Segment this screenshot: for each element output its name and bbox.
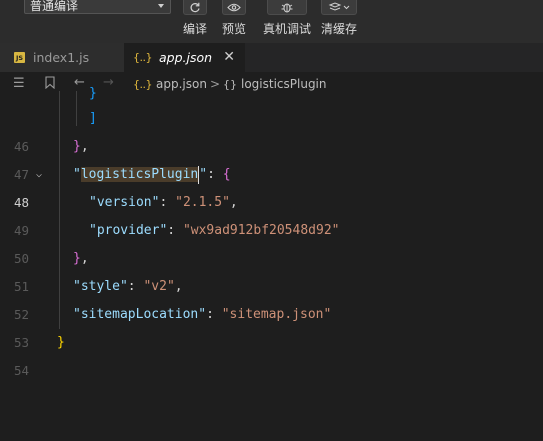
bug-icon — [267, 0, 307, 15]
json-value: v2 — [151, 279, 167, 294]
tab-app-json[interactable]: {..} app.json ✕ — [125, 43, 245, 72]
editor-tab-bar: JS index1.js {..} app.json ✕ — [0, 43, 543, 73]
code-line: 46 ] — [0, 105, 543, 154]
refresh-icon — [183, 0, 207, 15]
layers-icon — [321, 0, 357, 15]
code-line: 49 "version": "2.1.5", — [0, 189, 543, 238]
json-key: version — [96, 195, 152, 210]
tab-label: index1.js — [33, 50, 90, 65]
bracket: ] — [89, 111, 97, 126]
chevron-down-icon — [158, 4, 164, 8]
code-line: 47 }, — [0, 133, 543, 182]
device-debug-label: 真机调试 — [263, 22, 312, 36]
preview-button[interactable]: 预览 — [222, 0, 246, 37]
json-key: provider — [96, 223, 160, 238]
bracket: } — [57, 335, 65, 350]
json-value: 2.1.5 — [182, 195, 223, 210]
quote: " — [73, 167, 81, 182]
code-line-current: 48 ⌵ "logisticsPlugin": { — [0, 161, 543, 210]
clear-cache-button[interactable]: 清缓存 — [321, 0, 357, 37]
compile-mode-value: 普通编译 — [30, 0, 79, 13]
code-line: 52 "style": "v2", — [0, 273, 543, 322]
bracket: } — [73, 139, 81, 154]
js-file-icon: JS — [14, 52, 25, 63]
json-key: sitemapLocation — [80, 307, 199, 322]
bracket: { — [222, 167, 231, 182]
compile-label: 编译 — [183, 22, 208, 36]
json-file-icon: {..} — [133, 51, 153, 64]
json-key: logisticsPlugin — [80, 167, 199, 182]
json-value: sitemap.json — [229, 307, 324, 322]
clear-cache-label: 清缓存 — [321, 22, 358, 36]
code-editor[interactable]: } 46 ] 47 }, 48 ⌵ "logisticsPlugin": { 4… — [0, 86, 543, 432]
quote: " — [199, 167, 208, 182]
tab-index1-js[interactable]: JS index1.js — [0, 43, 125, 72]
tab-label: app.json — [159, 50, 213, 65]
code-line: 53 "sitemapLocation": "sitemap.json" — [0, 301, 543, 350]
close-icon[interactable]: ✕ — [223, 49, 235, 65]
code-line: } — [0, 80, 543, 108]
code-line: 51 }, — [0, 245, 543, 294]
json-value: wx9ad912bf20548d92 — [190, 223, 332, 238]
top-toolbar: 普通编译 编译 预览 真机调试 清缓存 — [0, 0, 543, 43]
compile-mode-select[interactable]: 普通编译 — [24, 0, 171, 14]
colon: : — [207, 167, 223, 182]
code-line: 50 "provider": "wx9ad912bf20548d92" — [0, 217, 543, 266]
line-number: 54 — [13, 363, 29, 378]
device-debug-button[interactable]: 真机调试 — [263, 0, 311, 37]
preview-label: 预览 — [222, 22, 247, 36]
code-line: 54 } — [0, 329, 543, 378]
bracket: } — [89, 86, 97, 101]
fold-chevron-icon[interactable]: ⌵ — [36, 161, 42, 189]
eye-icon — [222, 0, 246, 15]
json-key: style — [80, 279, 120, 294]
compile-button[interactable]: 编译 — [183, 0, 207, 37]
comma: , — [80, 139, 89, 154]
bracket: } — [73, 251, 81, 266]
